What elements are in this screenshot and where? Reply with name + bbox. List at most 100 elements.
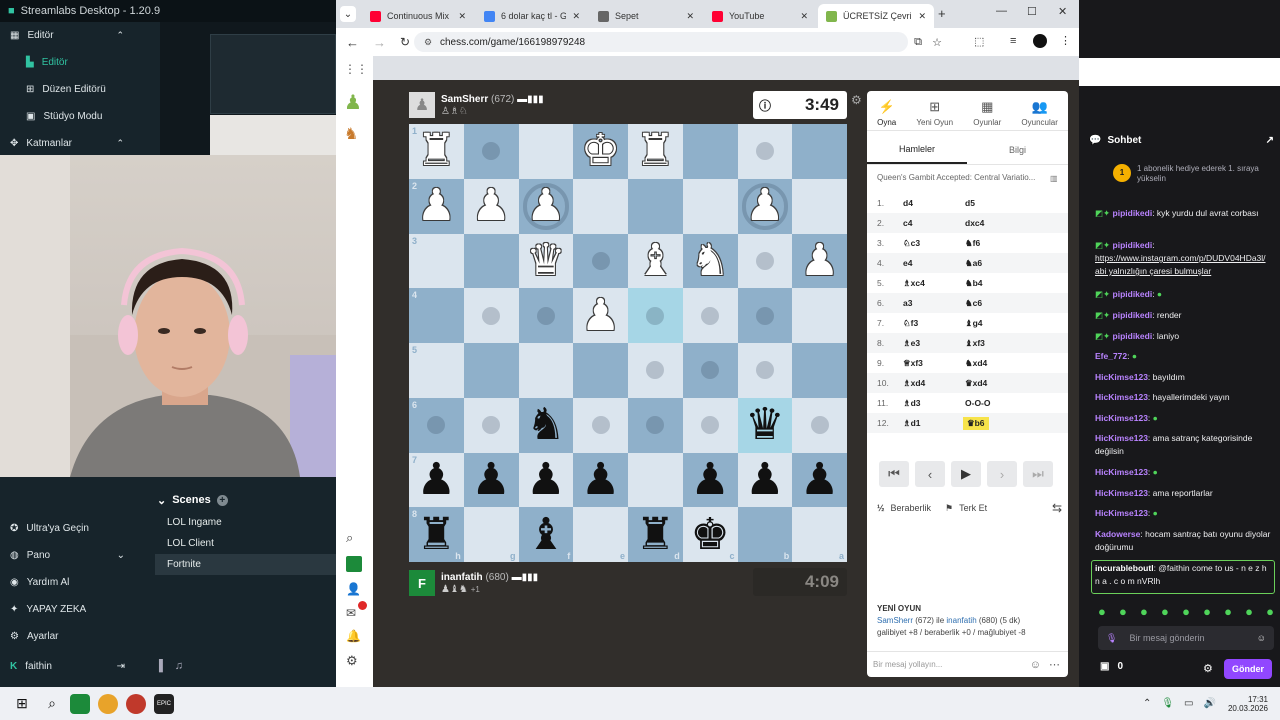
new-tab-icon[interactable]: + [938, 6, 946, 21]
network-icon[interactable]: ▭ [1184, 698, 1193, 709]
black-bishop-icon[interactable]: ♝ [526, 512, 565, 557]
tab-search-icon[interactable]: ⌄ [340, 6, 356, 22]
emoji-icon[interactable]: ☺ [1257, 633, 1266, 643]
black-move[interactable]: ♛b6 [963, 416, 989, 430]
emote-icon[interactable]: ● [1266, 604, 1274, 619]
board-square[interactable] [792, 397, 847, 453]
white-move[interactable]: ♗e3 [895, 338, 957, 349]
send-button[interactable]: Gönder [1224, 659, 1272, 679]
microphone-icon[interactable]: 🎙 [1106, 633, 1117, 644]
puzzle-icon[interactable]: ♞ [344, 124, 358, 144]
subtab-moves[interactable]: Hamleler [867, 135, 967, 164]
pinned-banner[interactable]: 1 1 abonelik hediye ederek 1. sıraya yük… [1113, 164, 1263, 184]
close-icon[interactable]: ✕ [800, 11, 808, 22]
app-icon[interactable] [70, 693, 90, 714]
black-move[interactable]: ♝xf3 [957, 338, 1027, 349]
board-square[interactable] [463, 397, 519, 453]
board-square[interactable] [682, 124, 738, 179]
black-move[interactable]: ♛xd4 [957, 378, 1027, 389]
board-square[interactable] [628, 397, 683, 453]
board-square[interactable] [573, 233, 628, 289]
board-square[interactable]: e [573, 507, 628, 562]
board-square[interactable] [792, 124, 847, 179]
black-rook-icon[interactable]: ♜ [636, 512, 675, 557]
bookmark-star-icon[interactable]: ☆ [932, 36, 942, 49]
media-icon[interactable]: ≡ [1010, 35, 1016, 47]
white-move[interactable]: c4 [895, 218, 957, 228]
previous-move-icon[interactable]: ‹ [915, 461, 945, 487]
board-square[interactable] [792, 343, 847, 398]
board-square[interactable]: ♟ [463, 452, 519, 508]
flip-board-icon[interactable]: ⇆ [1052, 501, 1062, 515]
board-square[interactable]: ♟ [792, 452, 847, 508]
chat-username[interactable]: HicKimse123 [1095, 433, 1148, 443]
chrome-icon[interactable] [98, 693, 118, 714]
app-icon[interactable] [346, 556, 362, 572]
close-icon[interactable]: ✕ [458, 11, 466, 22]
back-icon[interactable]: ← [346, 35, 359, 50]
emoji-icon[interactable]: ☺ [1030, 659, 1041, 671]
black-pawn-icon[interactable]: ♟ [526, 457, 565, 502]
white-pawn-icon[interactable]: ♟ [471, 184, 510, 228]
white-move[interactable]: ♗d3 [895, 398, 957, 409]
settings-icon[interactable]: ⚙ [346, 653, 358, 669]
clock[interactable]: 17:31 20.03.2026 [1228, 695, 1268, 713]
emote-icon[interactable]: ● [1119, 604, 1127, 619]
add-scene-icon[interactable]: + [216, 494, 228, 506]
nav-studio-mode[interactable]: ▣ Stüdyo Modu [0, 103, 160, 130]
emote-icon[interactable]: ● [1224, 604, 1232, 619]
board-square[interactable] [792, 178, 847, 234]
board-square[interactable] [518, 124, 574, 179]
board-square[interactable] [518, 343, 574, 398]
board-square[interactable]: 3 [409, 233, 464, 289]
address-bar[interactable]: ⚙ chess.com/game/166198979248 ⧉ ☆ [414, 32, 942, 52]
player-link[interactable]: inanfatih [946, 616, 976, 625]
black-move[interactable]: ♞f6 [957, 238, 1027, 249]
black-move[interactable]: d5 [957, 198, 1027, 208]
black-move[interactable]: dxc4 [957, 218, 1027, 228]
white-move[interactable]: d4 [895, 198, 957, 208]
board-square[interactable]: 1 ♜ [409, 124, 464, 179]
board-square[interactable]: 2 ♟ [409, 178, 464, 234]
emote-icon[interactable]: ● [1098, 604, 1106, 619]
board-square[interactable]: 8 h ♜ [409, 507, 464, 562]
stats-icon[interactable]: ▐ [155, 660, 163, 682]
white-rook-icon[interactable]: ♜ [417, 129, 456, 173]
browser-icon[interactable] [126, 693, 146, 714]
emote-icon[interactable]: ● [1140, 604, 1148, 619]
reload-icon[interactable]: ↻ [400, 35, 410, 49]
board-square[interactable] [682, 288, 738, 343]
cast-icon[interactable]: ⧉ [914, 36, 922, 49]
white-move[interactable]: ♘c3 [895, 238, 957, 249]
nav-ultra[interactable]: ✪ Ultra'ya Geçin [0, 515, 155, 542]
board-square[interactable]: ♞ [518, 397, 574, 453]
tab-players[interactable]: 👥 Oyuncular [1021, 99, 1057, 127]
white-pawn-icon[interactable]: ♟ [800, 238, 839, 283]
board-square[interactable]: b [737, 507, 793, 562]
board-square[interactable] [737, 124, 793, 179]
chat-username[interactable]: HicKimse123 [1095, 488, 1148, 498]
board-square[interactable] [792, 288, 847, 343]
logout-icon[interactable]: ⇥ [117, 661, 125, 672]
board-square[interactable]: ♟ [463, 178, 519, 234]
white-bishop-icon[interactable]: ♝ [636, 238, 675, 283]
chat-username[interactable]: HicKimse123 [1095, 372, 1148, 382]
browser-tab[interactable]: Continuous Mix 1 ✕ [362, 4, 474, 28]
board-square[interactable]: ♞ [682, 233, 738, 289]
bell-icon[interactable]: 🔔 [346, 629, 361, 643]
black-move[interactable]: ♝g4 [957, 318, 1027, 329]
player-link[interactable]: SamSherr [877, 616, 913, 625]
tab-play[interactable]: ⚡ Oyna [877, 99, 896, 127]
black-rook-icon[interactable]: ♜ [417, 512, 456, 557]
nav-settings[interactable]: ⚙ Ayarlar [0, 623, 155, 650]
first-move-icon[interactable]: ⏮ [879, 461, 909, 487]
black-pawn-icon[interactable]: ♟ [417, 457, 456, 502]
white-move[interactable]: ♗xc4 [895, 278, 957, 289]
board-square[interactable] [628, 343, 683, 398]
menu-dots-icon[interactable]: ⋯ [1049, 658, 1060, 671]
board-square[interactable]: d ♜ [628, 507, 683, 562]
avatar[interactable]: F [409, 570, 435, 596]
chat-input[interactable]: Bir mesaj yollayın... ☺ ⋯ [867, 651, 1068, 677]
windows-start-icon[interactable]: ⊞ [12, 694, 32, 714]
white-pawn-icon[interactable]: ♟ [581, 293, 620, 338]
